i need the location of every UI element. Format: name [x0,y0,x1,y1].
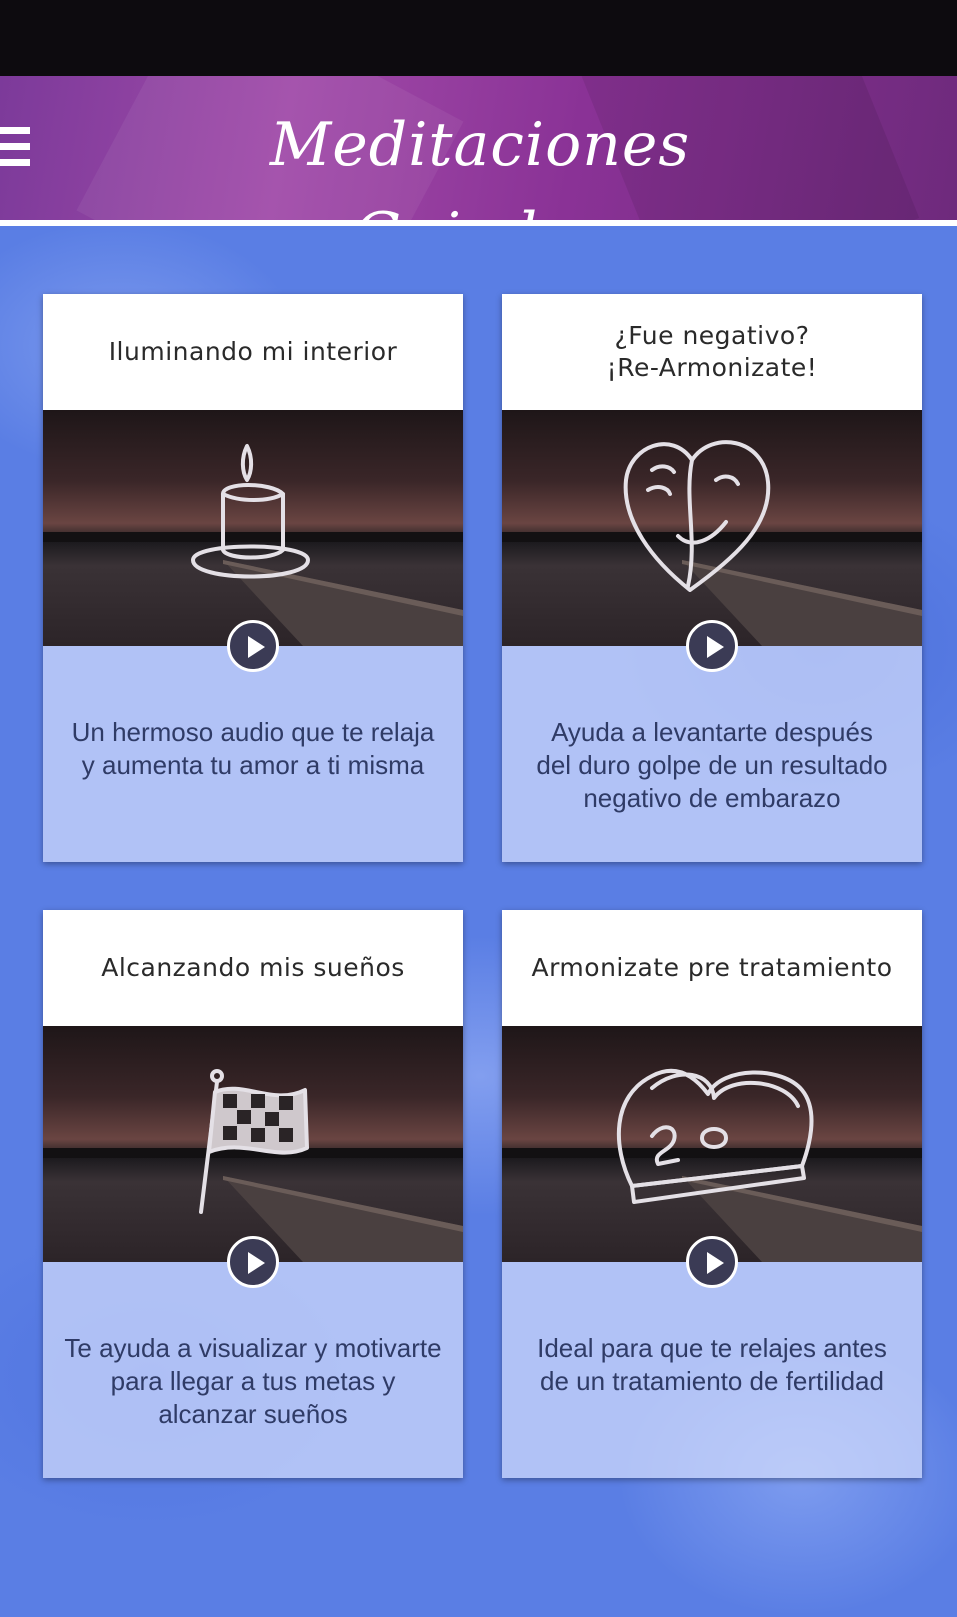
candle-icon [191,444,310,579]
app-title: Meditaciones Guiadas [269,110,691,270]
hamburger-menu-icon[interactable] [0,127,30,177]
status-bar [0,0,957,76]
card-image [502,410,922,646]
card-description: Te ayuda a visualizar y motivarte para l… [43,1262,463,1478]
card-description: Ideal para que te relajes antes de un tr… [502,1262,922,1478]
heart-box-icon [616,1068,814,1204]
play-button[interactable] [686,620,738,672]
meditation-card[interactable]: Armonizate pre tratamiento Ideal para qu… [502,910,922,1478]
meditation-card[interactable]: Iluminando mi interior Un hermoso audio … [43,294,463,862]
heart-faces-icon [623,440,771,592]
card-image [43,410,463,646]
checkered-flag-icon [199,1069,309,1214]
play-button[interactable] [227,620,279,672]
card-description: Ayuda a levantarte después del duro golp… [502,646,922,862]
meditation-card[interactable]: Alcanzando mis sueños Te ayuda a visuali… [43,910,463,1478]
play-button[interactable] [686,1236,738,1288]
card-image [502,1026,922,1262]
card-title: ¿Fue negativo? ¡Re-Armonizate! [502,294,922,410]
card-title: Armonizate pre tratamiento [502,910,922,1026]
card-description: Un hermoso audio que te relaja y aumenta… [43,646,463,862]
play-button[interactable] [227,1236,279,1288]
meditation-card[interactable]: ¿Fue negativo? ¡Re-Armonizate! Ayuda a l… [502,294,922,862]
meditation-grid: Iluminando mi interior Un hermoso audio … [0,226,957,1617]
card-title: Alcanzando mis sueños [43,910,463,1026]
card-image [43,1026,463,1262]
card-title: Iluminando mi interior [43,294,463,410]
